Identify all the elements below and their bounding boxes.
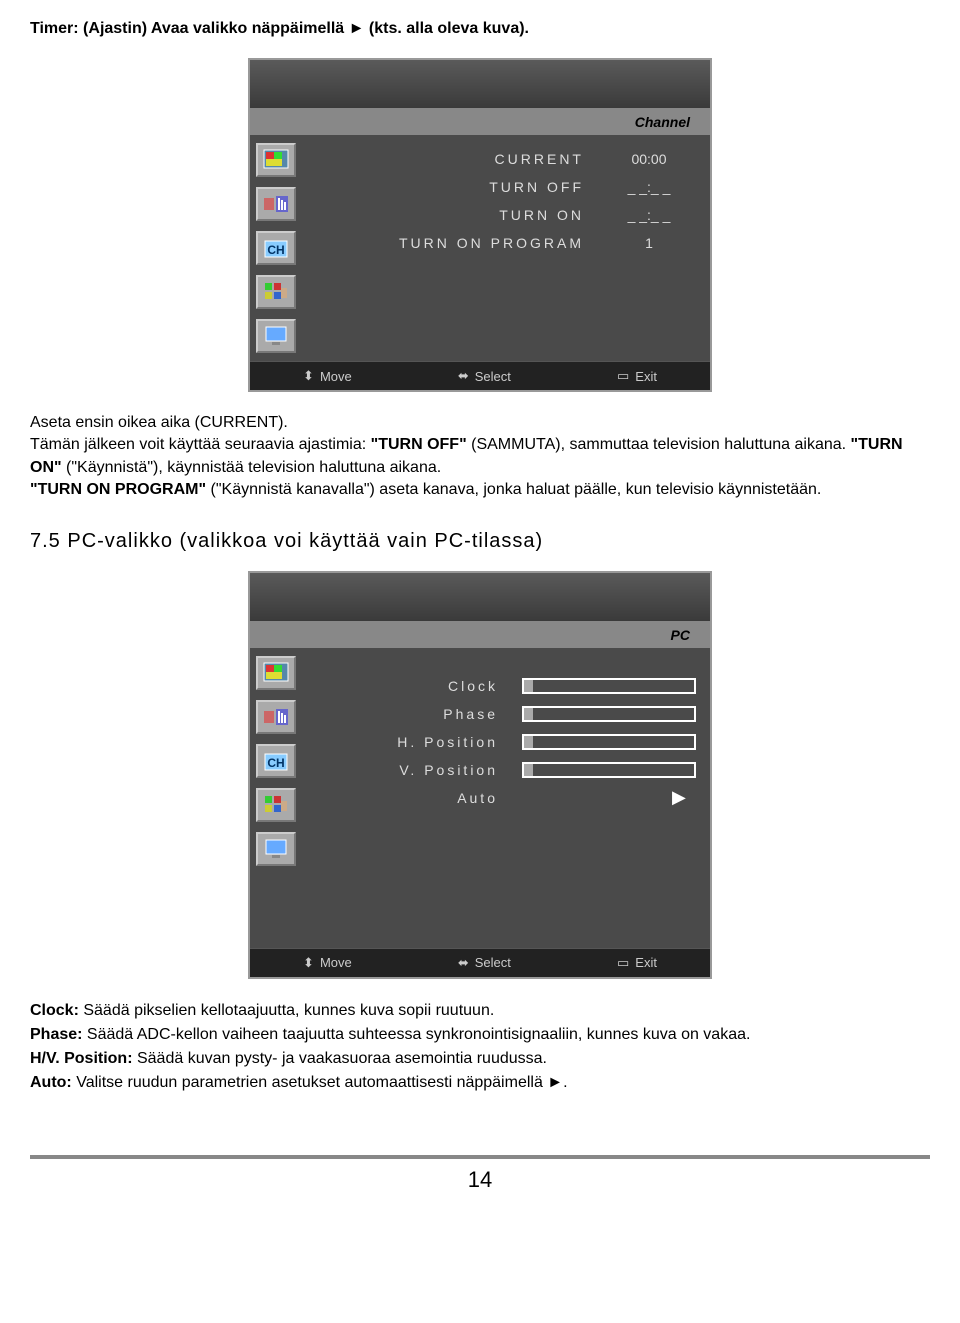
para-text: Tämän jälkeen voit käyttää seuraavia aja… [30, 436, 371, 453]
row-label: Auto [318, 790, 522, 806]
panel-title-bar: PC [250, 622, 710, 648]
pc-icon[interactable] [256, 832, 296, 866]
leftright-icon: ⬌ [458, 368, 469, 384]
row-label: TURN ON PROGRAM [330, 235, 604, 251]
para-text: ("Käynnistä"), käynnistää television hal… [66, 459, 441, 476]
timer-text: : (Ajastin) Avaa valikko näppäimellä ► (… [73, 20, 529, 37]
row-label: TURN OFF [330, 179, 604, 195]
setup-icon[interactable] [256, 788, 296, 822]
divider [30, 1155, 930, 1159]
slider-hposition[interactable] [522, 734, 696, 750]
footer-exit: ▭Exit [617, 955, 657, 971]
para-bold: "TURN ON PROGRAM" [30, 481, 206, 498]
arrow-right-icon: ▶ [672, 787, 686, 808]
menu-row-current[interactable]: CURRENT 00:00 [330, 145, 694, 173]
row-label: Phase [318, 706, 522, 722]
menu-row-auto[interactable]: Auto ▶ [318, 784, 696, 812]
slider-phase[interactable] [522, 706, 696, 722]
panel-footer: ⬍Move ⬌Select ▭Exit [250, 948, 710, 977]
osd-panel-pc: PC CH Clock [248, 571, 712, 979]
footer-move: ⬍Move [303, 955, 352, 971]
footer-move: ⬍Move [303, 368, 352, 384]
sound-icon[interactable] [256, 700, 296, 734]
row-value: _ _:_ _ [604, 179, 694, 195]
menu-row-turnon[interactable]: TURN ON _ _:_ _ [330, 201, 694, 229]
menu-icon: ▭ [617, 368, 629, 384]
panel-gradient-top [250, 573, 710, 622]
osd-panel-channel: Channel CH CURRENT 00:00 [248, 58, 712, 392]
menu-content: CURRENT 00:00 TURN OFF _ _:_ _ TURN ON _… [314, 135, 710, 361]
leftright-icon: ⬌ [458, 955, 469, 971]
section-heading: 7.5 PC-valikko (valikkoa voi käyttää vai… [30, 530, 930, 553]
panel-gradient-top [250, 60, 710, 109]
para-text: (SAMMUTA), sammuttaa television haluttun… [471, 436, 850, 453]
panel-title: PC [671, 627, 690, 643]
side-icons: CH [250, 135, 314, 361]
def-text: Säädä ADC-kellon vaiheen taajuutta suhte… [82, 1026, 750, 1043]
panel-footer: ⬍Move ⬌Select ▭Exit [250, 361, 710, 390]
def-text: Säädä pikselien kellotaajuutta, kunnes k… [79, 1002, 494, 1019]
setup-icon[interactable] [256, 275, 296, 309]
panel-title-bar: Channel [250, 109, 710, 135]
definitions: Clock: Säädä pikselien kellotaajuutta, k… [30, 999, 930, 1095]
menu-row-vposition[interactable]: V. Position [318, 756, 696, 784]
row-label: CURRENT [330, 151, 604, 167]
para-text: ("Käynnistä kanavalla") aseta kanava, jo… [211, 481, 822, 498]
pc-icon[interactable] [256, 319, 296, 353]
updown-icon: ⬍ [303, 955, 314, 971]
menu-content: Clock Phase H. Position V. Position Auto… [302, 648, 712, 948]
row-value: 00:00 [604, 151, 694, 167]
side-icons: CH [250, 648, 302, 948]
menu-row-phase[interactable]: Phase [318, 700, 696, 728]
menu-row-clock[interactable]: Clock [318, 672, 696, 700]
svg-text:CH: CH [267, 243, 284, 257]
footer-exit: ▭Exit [617, 368, 657, 384]
row-label: Clock [318, 678, 522, 694]
row-label: H. Position [318, 734, 522, 750]
def-text: Valitse ruudun parametrien asetukset aut… [72, 1074, 568, 1091]
menu-row-turnoff[interactable]: TURN OFF _ _:_ _ [330, 173, 694, 201]
row-value: 1 [604, 235, 694, 251]
menu-row-hposition[interactable]: H. Position [318, 728, 696, 756]
channel-icon[interactable]: CH [256, 744, 296, 778]
slider-vposition[interactable] [522, 762, 696, 778]
updown-icon: ⬍ [303, 368, 314, 384]
para-text: Aseta ensin oikea aika (CURRENT). [30, 414, 288, 431]
channel-icon[interactable]: CH [256, 231, 296, 265]
menu-icon: ▭ [617, 955, 629, 971]
para-bold: "TURN OFF" [371, 436, 467, 453]
menu-row-turnon-program[interactable]: TURN ON PROGRAM 1 [330, 229, 694, 257]
footer-select: ⬌Select [458, 955, 511, 971]
page-number: 14 [30, 1167, 930, 1193]
row-label: V. Position [318, 762, 522, 778]
paragraph-1: Aseta ensin oikea aika (CURRENT). Tämän … [30, 412, 930, 502]
panel-title: Channel [635, 114, 690, 130]
picture-icon[interactable] [256, 143, 296, 177]
sound-icon[interactable] [256, 187, 296, 221]
row-value: _ _:_ _ [604, 207, 694, 223]
def-term: H/V. Position: [30, 1050, 133, 1067]
footer-select: ⬌Select [458, 368, 511, 384]
svg-text:CH: CH [267, 756, 284, 770]
def-term: Auto: [30, 1074, 72, 1091]
timer-label: Timer [30, 20, 73, 37]
def-term: Phase: [30, 1026, 82, 1043]
timer-heading: Timer: (Ajastin) Avaa valikko näppäimell… [30, 20, 930, 38]
def-text: Säädä kuvan pysty- ja vaakasuoraa asemoi… [133, 1050, 547, 1067]
row-label: TURN ON [330, 207, 604, 223]
def-term: Clock: [30, 1002, 79, 1019]
picture-icon[interactable] [256, 656, 296, 690]
slider-clock[interactable] [522, 678, 696, 694]
